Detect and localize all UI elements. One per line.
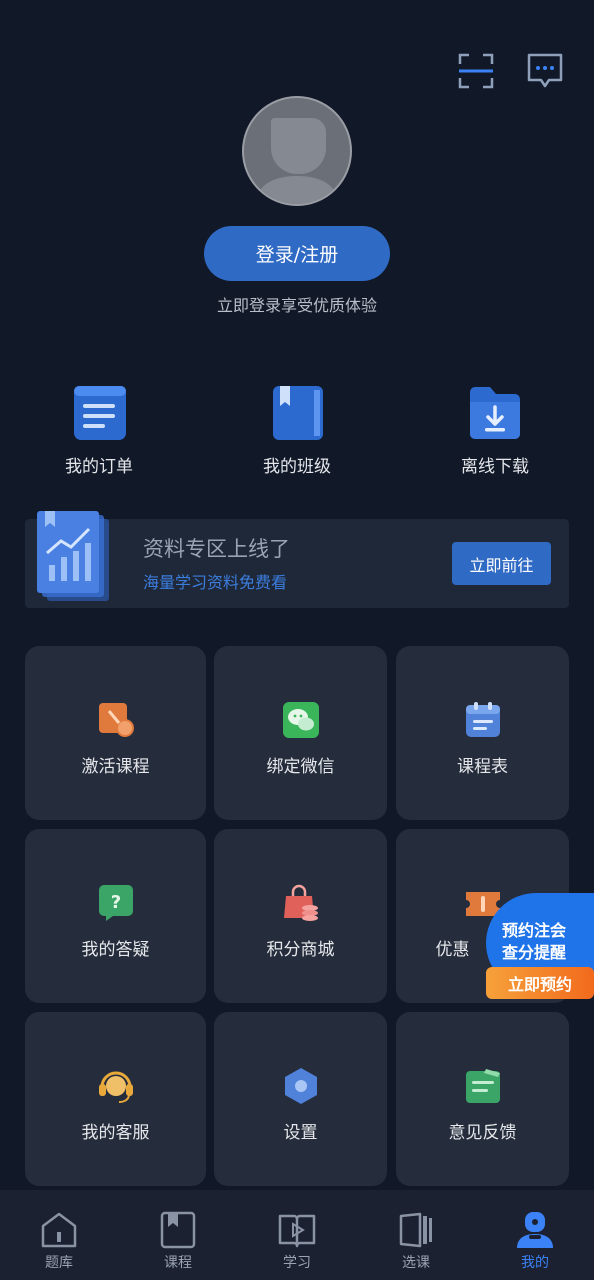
tab-question-bank[interactable]: 题库 <box>0 1190 118 1280</box>
question-icon: ? <box>97 884 135 922</box>
scan-icon[interactable] <box>457 52 495 90</box>
promo-reserve-button[interactable]: 立即预约 <box>486 967 594 999</box>
settings-card[interactable]: 设置 <box>214 1012 387 1186</box>
tab-label: 题库 <box>45 1255 73 1271</box>
exam-reminder-promo[interactable]: 预约注会 查分提醒 立即预约 <box>484 893 594 999</box>
feedback-icon <box>464 1067 502 1105</box>
tab-study[interactable]: 学习 <box>238 1190 356 1280</box>
my-questions-card[interactable]: ? 我的答疑 <box>25 829 206 1003</box>
svg-text:?: ? <box>110 892 120 913</box>
bind-wechat-card[interactable]: 绑定微信 <box>214 646 387 820</box>
bind-wechat-label: 绑定微信 <box>266 757 335 777</box>
tab-select-course[interactable]: 选课 <box>357 1190 475 1280</box>
feedback-card[interactable]: 意见反馈 <box>396 1012 569 1186</box>
feedback-label: 意见反馈 <box>448 1123 517 1143</box>
tab-label: 学习 <box>283 1255 311 1271</box>
schedule-card[interactable]: 课程表 <box>396 646 569 820</box>
tab-course[interactable]: 课程 <box>119 1190 237 1280</box>
question-bank-icon <box>39 1210 79 1250</box>
my-questions-label: 我的答疑 <box>81 940 150 960</box>
class-book-icon <box>268 384 326 442</box>
order-icon <box>70 384 128 442</box>
tab-profile[interactable]: 我的 <box>476 1190 594 1280</box>
promo-line2: 查分提醒 <box>502 943 567 962</box>
login-register-button[interactable]: 登录/注册 <box>204 226 390 281</box>
offline-download-label: 离线下载 <box>461 457 529 477</box>
headset-icon <box>97 1067 135 1105</box>
tab-label: 课程 <box>164 1255 192 1271</box>
banner-title: 资料专区上线了 <box>143 537 290 561</box>
my-orders-label: 我的订单 <box>65 457 133 477</box>
course-book-icon <box>158 1210 198 1250</box>
tab-label: 我的 <box>521 1255 549 1271</box>
points-mall-card[interactable]: 积分商城 <box>214 829 387 1003</box>
schedule-label: 课程表 <box>457 757 508 777</box>
tab-label: 选课 <box>402 1255 430 1271</box>
study-play-icon <box>277 1210 317 1250</box>
materials-banner[interactable]: 资料专区上线了 海量学习资料免费看 立即前往 <box>25 511 569 608</box>
shopping-bag-icon <box>282 884 320 922</box>
banner-go-button[interactable]: 立即前往 <box>452 542 551 585</box>
activate-key-icon <box>97 701 135 739</box>
offline-download-button[interactable]: 离线下载 <box>425 384 565 477</box>
activate-course-label: 激活课程 <box>81 757 150 777</box>
promo-line1: 预约注会 <box>502 921 567 940</box>
activate-course-card[interactable]: 激活课程 <box>25 646 206 820</box>
schedule-icon <box>464 701 502 739</box>
profile-icon <box>515 1210 555 1250</box>
select-course-icon <box>396 1210 436 1250</box>
customer-service-label: 我的客服 <box>81 1123 150 1143</box>
materials-chart-icon <box>37 511 117 603</box>
my-orders-button[interactable]: 我的订单 <box>29 384 169 477</box>
bottom-tab-bar: 题库 课程 学习 选课 我的 <box>0 1190 594 1280</box>
wechat-icon <box>282 701 320 739</box>
settings-hex-icon <box>282 1067 320 1105</box>
my-class-label: 我的班级 <box>263 457 331 477</box>
avatar[interactable] <box>242 96 352 206</box>
customer-service-card[interactable]: 我的客服 <box>25 1012 206 1186</box>
message-icon[interactable] <box>526 52 564 90</box>
download-folder-icon <box>466 384 524 442</box>
settings-label: 设置 <box>283 1123 318 1143</box>
my-class-button[interactable]: 我的班级 <box>227 384 367 477</box>
login-subtitle: 立即登录享受优质体验 <box>216 296 377 315</box>
banner-subtitle: 海量学习资料免费看 <box>143 573 288 592</box>
